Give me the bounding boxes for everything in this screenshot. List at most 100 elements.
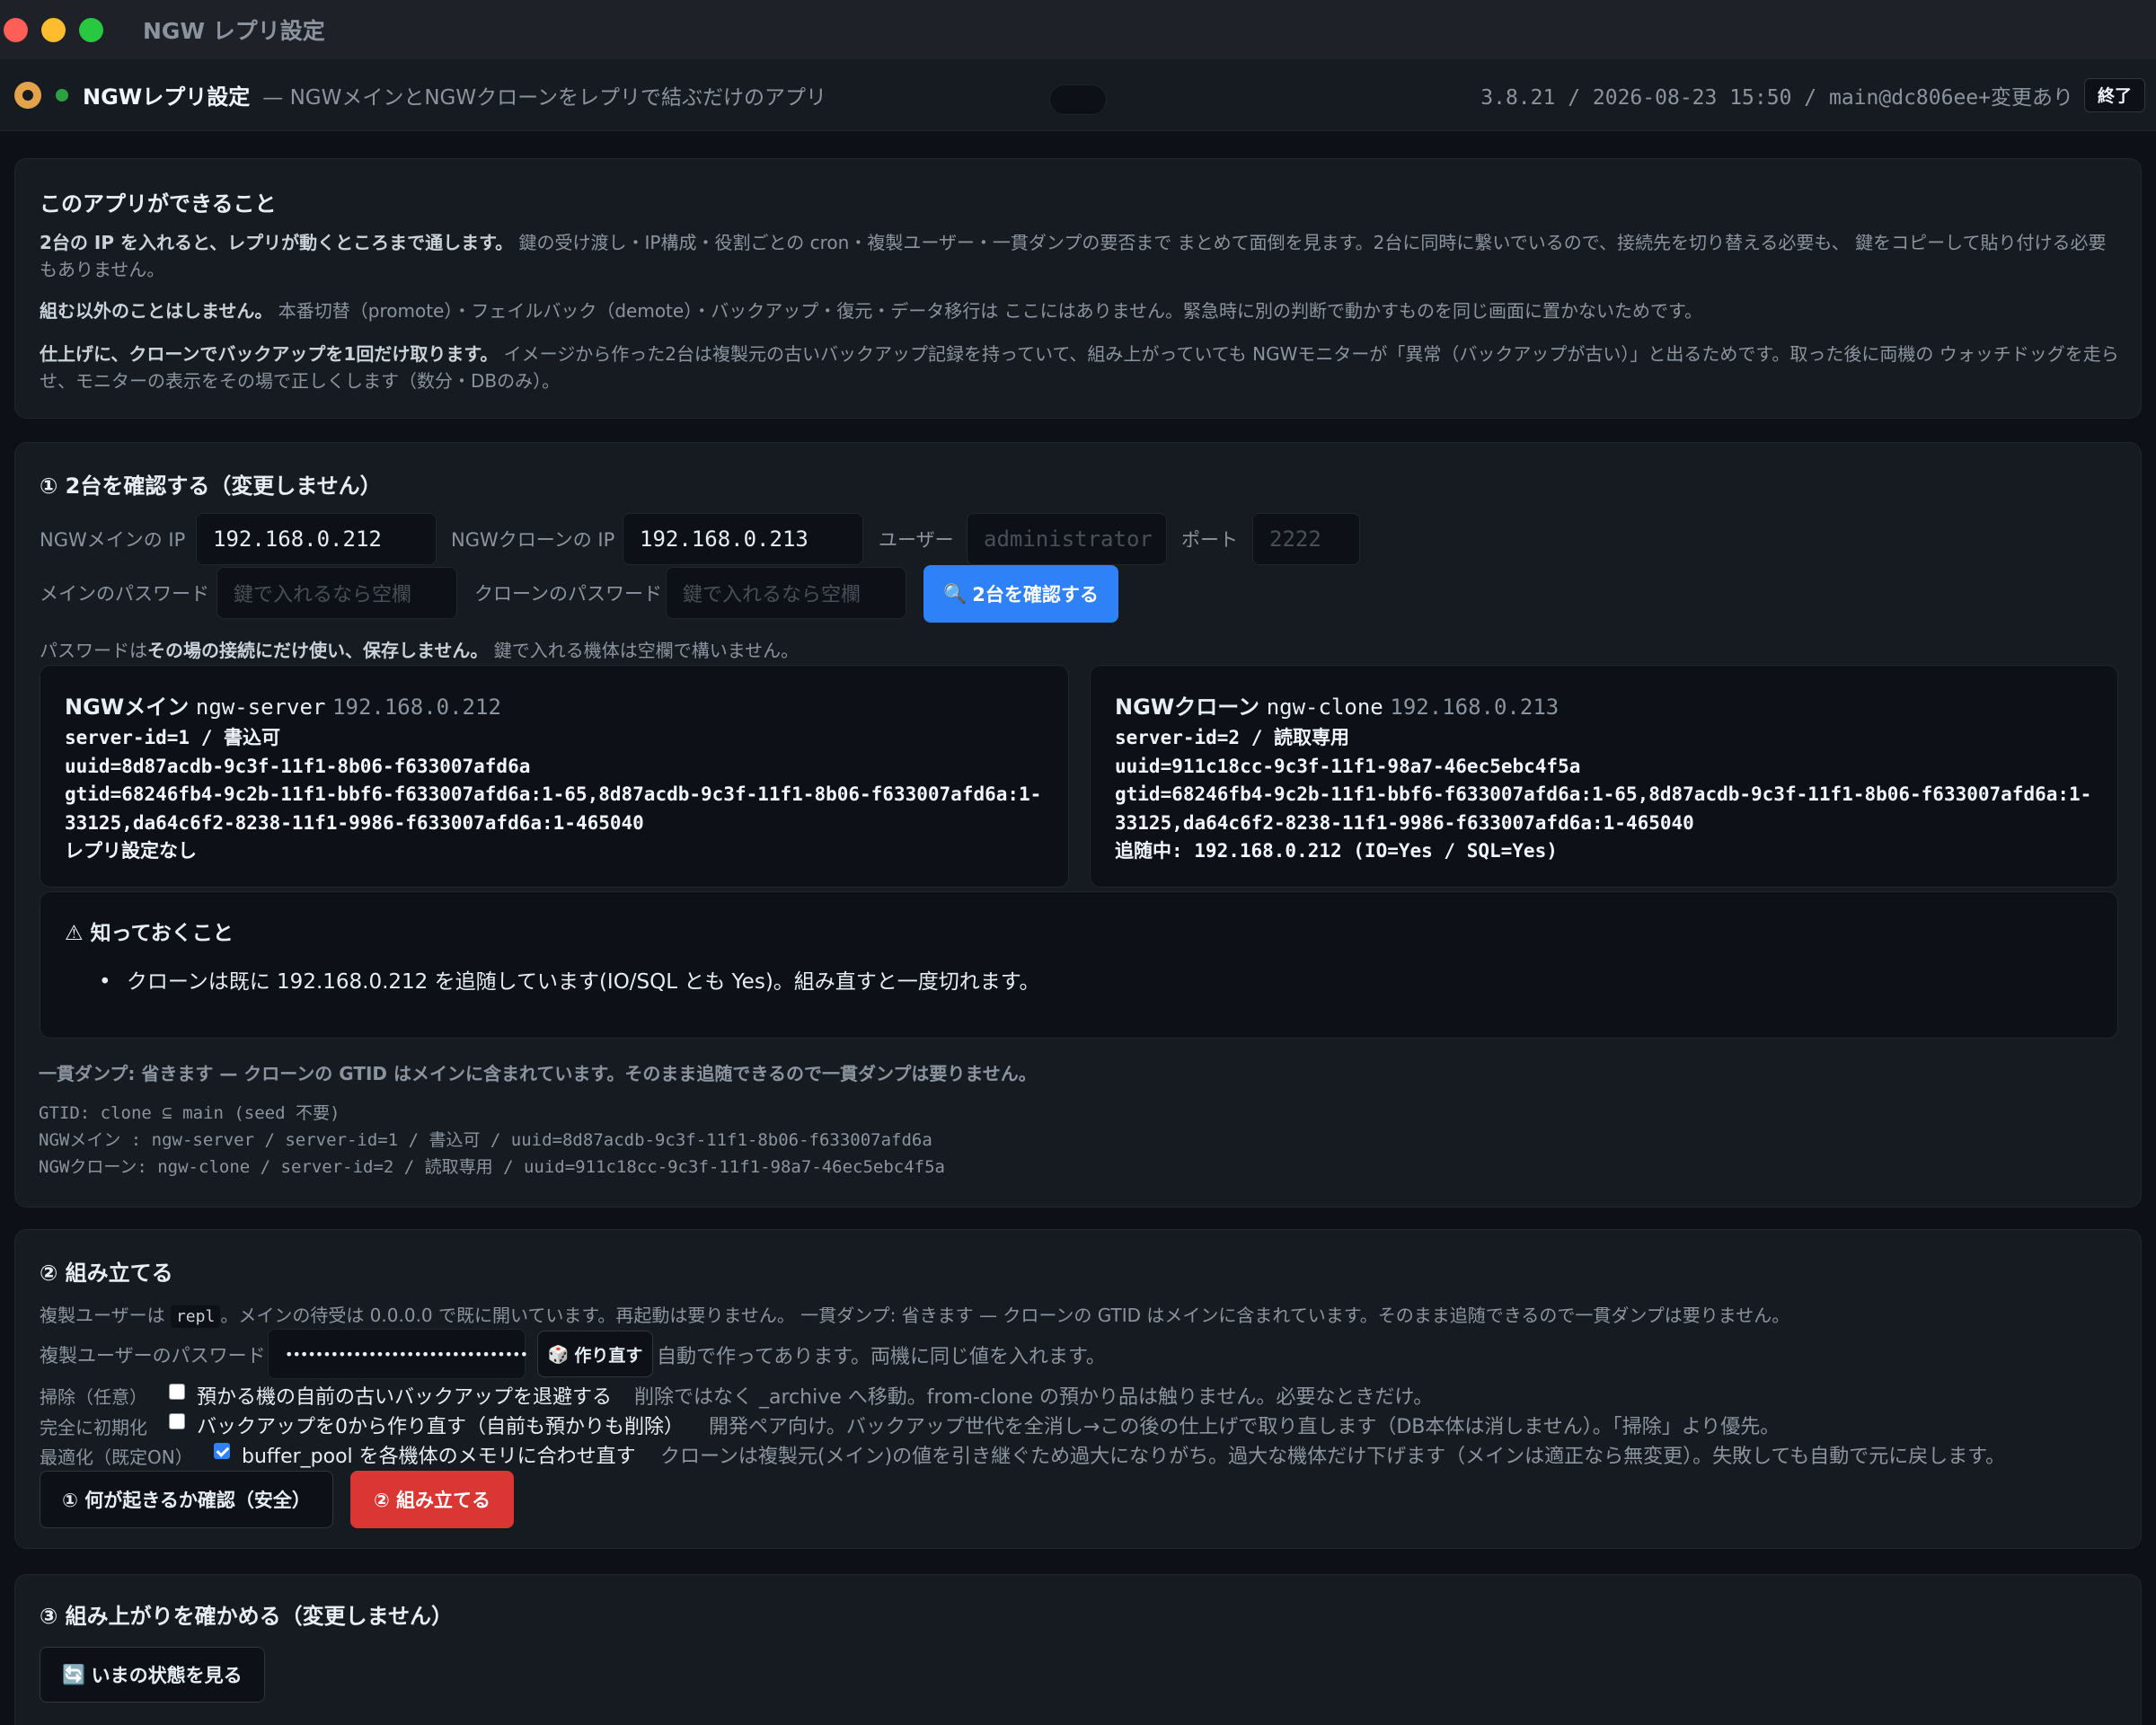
step3-card: ③ 組み上がりを確かめる（変更しません） 🔄 いまの状態を見る [14, 1574, 2142, 1725]
app-description: — NGWメインとNGWクローンをレプリで結ぶだけのアプリ [262, 85, 826, 110]
clone-host-name: ngw-clone [1266, 694, 1383, 720]
main-ip-input[interactable]: 192.168.0.212 [196, 513, 437, 565]
repl-user-note: 複製ユーザーは repl 。メインの待受は 0.0.0.0 で既に開いています。再… [40, 1302, 2124, 1331]
warning-icon: ⚠ [65, 922, 84, 945]
clone-host-line: server-id=2 / 読取専用 [1115, 727, 1350, 748]
option-cleanup-checkbox[interactable] [169, 1384, 185, 1400]
option-full-reset-checkbox[interactable] [169, 1413, 185, 1429]
option-cleanup-title[interactable]: 預かる機の自前の古いバックアップを退避する [197, 1381, 612, 1410]
option-optimize-note: クローンは複製元(メイン)の値を引き継ぐため過大になりがち。過大な機体だけ下げま… [660, 1446, 2006, 1468]
regenerate-password-button[interactable]: 🎲 作り直す [537, 1331, 653, 1377]
clone-ip-input[interactable]: 192.168.0.213 [623, 513, 863, 565]
option-cleanup-label: 掃除（任意） [40, 1386, 147, 1408]
main-host-line: gtid=68246fb4-9c2b-11f1-bbf6-f633007afd6… [65, 783, 1042, 805]
clone-host-line: 33125,da64c6f2-8238-11f1-9986-f633007afd… [1115, 811, 1694, 834]
main-host-line: 33125,da64c6f2-8238-11f1-9986-f633007afd… [65, 811, 644, 834]
password-note-plain2: 鍵で入れる機体は空欄で構いません。 [488, 640, 800, 661]
option-optimize-label: 最適化（既定ON） [40, 1446, 193, 1468]
gtid-summary-line: NGWクローン: ngw-clone / server-id=2 / 読取専用 … [39, 1157, 945, 1177]
intro-paragraph-3: 仕上げに、クローンでバックアップを1回だけ取ります。 イメージから作った2台は複… [40, 341, 2124, 394]
minimize-window-button[interactable] [41, 17, 66, 42]
notice-list-item: • クローンは既に 192.168.0.212 を追随しています(IO/SQL … [99, 964, 1040, 995]
gtid-summary-block: GTID: clone ⊆ main (seed 不要) NGWメイン : ng… [39, 1100, 945, 1181]
port-label: ポート [1181, 529, 1238, 551]
app-logo-icon [14, 81, 41, 109]
option-full-reset-note: 開発ペア向け。バックアップ世代を全消し→この後の仕上げで取り直します（DB本体は… [709, 1416, 1780, 1438]
clone-host-role: NGWクローン [1115, 694, 1260, 720]
main-password-label: メインのパスワード [40, 583, 209, 605]
repl-password-label: 複製ユーザーのパスワード [40, 1345, 266, 1367]
view-status-label: いまの状態を見る [91, 1665, 243, 1686]
main-host-line: uuid=8d87acdb-9c3f-11f1-8b06-f633007afd6… [65, 755, 531, 777]
window-title: NGW レプリ設定 [143, 18, 325, 44]
header-indicator [1049, 84, 1107, 115]
main-host-line: レプリ設定なし [65, 840, 197, 862]
window-controls [4, 17, 103, 42]
intro-p1-bold: 2台の IP を入れると、レプリが動くところまで通します。 [40, 232, 514, 253]
view-status-button[interactable]: 🔄 いまの状態を見る [40, 1647, 265, 1703]
gtid-summary-line: GTID: clone ⊆ main (seed 不要) [39, 1103, 340, 1123]
option-cleanup-note: 削除ではなく _archive へ移動。from-clone の預かり品は触りま… [634, 1386, 1434, 1409]
main-host-name: ngw-server [195, 694, 326, 720]
intro-p2-text: 本番切替（promote）・フェイルバック（demote）・バックアップ・復元・… [272, 300, 1702, 322]
version-info: 3.8.21 / 2026-08-23 15:50 / main@dc806ee… [1480, 85, 2073, 110]
close-window-button[interactable] [4, 17, 28, 42]
clone-host-header: NGWクローン ngw-clone 192.168.0.213 [1115, 689, 2093, 721]
zoom-window-button[interactable] [79, 17, 103, 42]
dump-summary: 一貫ダンプ: 省きます — クローンの GTID はメインに含まれています。その… [39, 1060, 2123, 1087]
window-titlebar: NGW レプリ設定 [0, 0, 2156, 59]
notice-title: 知っておくこと [90, 922, 234, 945]
repl-note-before: 複製ユーザーは [40, 1305, 165, 1326]
notice-header: ⚠ 知っておくこと [65, 916, 234, 946]
user-label: ユーザー [879, 529, 954, 551]
clone-host-ip: 192.168.0.213 [1390, 694, 1560, 720]
refresh-icon: 🔄 [62, 1663, 86, 1685]
intro-card: このアプリができること 2台の IP を入れると、レプリが動くところまで通します… [14, 158, 2142, 419]
main-host-box: NGWメイン ngw-server 192.168.0.212 server-i… [40, 665, 1069, 888]
repl-password-input[interactable]: •••••••••••••••••••••••••••••••• [268, 1329, 528, 1379]
build-button[interactable]: ② 組み立てる [350, 1471, 514, 1528]
step3-title: ③ 組み上がりを確かめる（変更しません） [40, 1604, 453, 1629]
clone-password-label: クローンのパスワード [474, 583, 662, 605]
intro-p3-bold: 仕上げに、クローンでバックアップを1回だけ取ります。 [40, 343, 499, 365]
main-password-input[interactable]: 鍵で入れるなら空欄 [216, 567, 457, 619]
main-host-role: NGWメイン [65, 694, 190, 720]
intro-paragraph-2: 組む以外のことはしません。 本番切替（promote）・フェイルバック（demo… [40, 297, 2124, 324]
clone-host-line: gtid=68246fb4-9c2b-11f1-bbf6-f633007afd6… [1115, 783, 2092, 805]
intro-p2-bold: 組む以外のことはしません。 [40, 300, 273, 322]
repl-note-after: 。メインの待受は 0.0.0.0 で既に開いています。再起動は要りません。 一貫… [220, 1305, 1790, 1326]
option-optimize-title[interactable]: buffer_pool を各機体のメモリに合わせ直す [242, 1440, 636, 1469]
magnifier-icon: 🔍 [943, 582, 968, 605]
intro-title: このアプリができること [40, 191, 277, 217]
clone-host-box: NGWクローン ngw-clone 192.168.0.213 server-i… [1090, 665, 2118, 888]
clone-password-input[interactable]: 鍵で入れるなら空欄 [666, 567, 906, 619]
clone-host-line: uuid=911c18cc-9c3f-11f1-98a7-46ec5ebc4f5… [1115, 755, 1581, 777]
option-full-reset-title[interactable]: バックアップを0から作り直す（自前も預かりも削除） [197, 1411, 684, 1439]
notice-item-text: クローンは既に 192.168.0.212 を追随しています(IO/SQL とも… [126, 970, 1040, 994]
app-header: NGWレプリ設定 — NGWメインとNGWクローンをレプリで結ぶだけのアプリ 3… [0, 59, 2156, 131]
repl-password-note: 自動で作ってあります。両機に同じ値を入れます。 [657, 1346, 1106, 1368]
connection-status-icon [56, 88, 68, 102]
check-two-hosts-label: 2台を確認する [972, 584, 1099, 606]
main-host-line: server-id=1 / 書込可 [65, 727, 281, 748]
main-host-ip: 192.168.0.212 [332, 694, 501, 720]
user-input[interactable]: administrator [967, 513, 1167, 565]
main-host-header: NGWメイン ngw-server 192.168.0.212 [65, 689, 1044, 721]
password-note-bold: その場の接続にだけ使い、保存しません。 [147, 640, 489, 661]
password-note-plain1: パスワードは [40, 640, 147, 661]
check-two-hosts-button[interactable]: 🔍 2台を確認する [923, 565, 1118, 623]
notice-box: ⚠ 知っておくこと • クローンは既に 192.168.0.212 を追随してい… [40, 891, 2118, 1039]
option-optimize-checkbox[interactable] [214, 1443, 230, 1459]
option-full-reset-label: 完全に初期化 [40, 1417, 147, 1438]
dice-icon: 🎲 [547, 1344, 570, 1365]
gtid-summary-line: NGWメイン : ngw-server / server-id=1 / 書込可 … [39, 1130, 932, 1150]
step1-title: ① 2台を確認する（変更しません） [40, 473, 382, 499]
clone-ip-label: NGWクローンの IP [451, 529, 615, 551]
quit-button[interactable]: 終了 [2083, 77, 2145, 112]
step2-card: ② 組み立てる 複製ユーザーは repl 。メインの待受は 0.0.0.0 で既に… [14, 1229, 2142, 1549]
dry-run-button[interactable]: ① 何が起きるか確認（安全） [40, 1471, 333, 1528]
dump-summary-text: 一貫ダンプ: 省きます — クローンの GTID はメインに含まれています。その… [39, 1063, 1037, 1084]
repl-user-code: repl [170, 1305, 221, 1328]
password-note: パスワードはその場の接続にだけ使い、保存しません。 鍵で入れる機体は空欄で構いま… [40, 637, 2124, 664]
port-input[interactable]: 2222 [1252, 513, 1360, 565]
